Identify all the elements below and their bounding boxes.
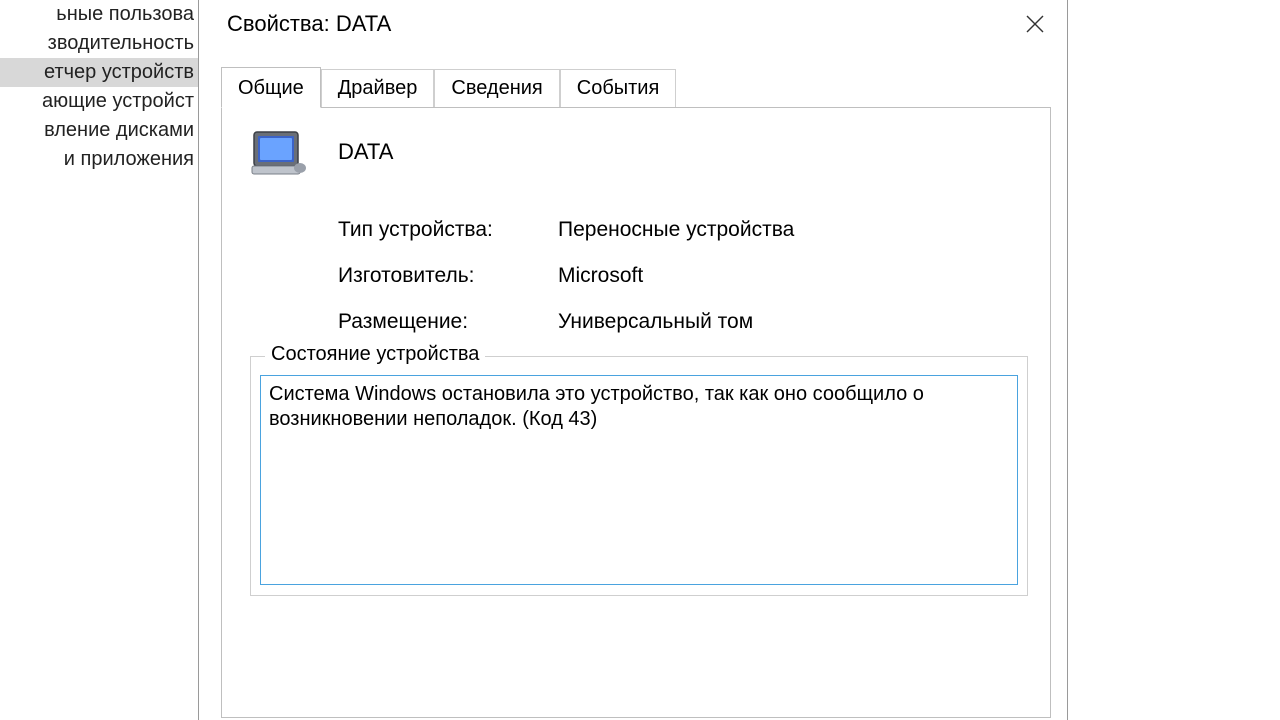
value-device-type: Переносные устройства bbox=[558, 218, 794, 242]
device-status-group: Состояние устройства bbox=[250, 356, 1028, 596]
row-device-type: Тип устройства: Переносные устройства bbox=[338, 218, 1028, 242]
tab-driver[interactable]: Драйвер bbox=[321, 69, 435, 107]
label-device-type: Тип устройства: bbox=[338, 218, 558, 242]
dialog-title: Свойства: DATA bbox=[227, 11, 1011, 37]
portable-device-icon bbox=[250, 126, 310, 178]
device-header: DATA bbox=[250, 126, 1028, 178]
tab-general[interactable]: Общие bbox=[221, 67, 321, 108]
device-properties-dialog: Свойства: DATA Общие Драйвер Сведения Со… bbox=[198, 0, 1068, 720]
value-manufacturer: Microsoft bbox=[558, 264, 643, 288]
label-manufacturer: Изготовитель: bbox=[338, 264, 558, 288]
bg-item[interactable]: зводительность bbox=[0, 29, 200, 58]
close-icon bbox=[1026, 15, 1044, 33]
tab-details[interactable]: Сведения bbox=[434, 69, 559, 107]
row-location: Размещение: Универсальный том bbox=[338, 310, 1028, 334]
tab-panel-general: DATA Тип устройства: Переносные устройст… bbox=[221, 108, 1051, 718]
device-status-text[interactable] bbox=[260, 375, 1018, 585]
titlebar: Свойства: DATA bbox=[199, 0, 1067, 48]
value-location: Универсальный том bbox=[558, 310, 753, 334]
row-manufacturer: Изготовитель: Microsoft bbox=[338, 264, 1028, 288]
bg-item[interactable]: и приложения bbox=[0, 145, 200, 174]
label-location: Размещение: bbox=[338, 310, 558, 334]
device-name: DATA bbox=[338, 139, 393, 165]
background-tree: ьные пользова зводительность етчер устро… bbox=[0, 0, 200, 174]
close-button[interactable] bbox=[1011, 4, 1059, 44]
bg-item[interactable]: вление дисками bbox=[0, 116, 200, 145]
bg-item-device-manager[interactable]: етчер устройств bbox=[0, 58, 200, 87]
tab-strip: Общие Драйвер Сведения События bbox=[221, 66, 1051, 108]
bg-item[interactable]: ьные пользова bbox=[0, 0, 200, 29]
tab-events[interactable]: События bbox=[560, 69, 677, 107]
bg-item[interactable]: ающие устройст bbox=[0, 87, 200, 116]
device-status-legend: Состояние устройства bbox=[265, 343, 485, 366]
